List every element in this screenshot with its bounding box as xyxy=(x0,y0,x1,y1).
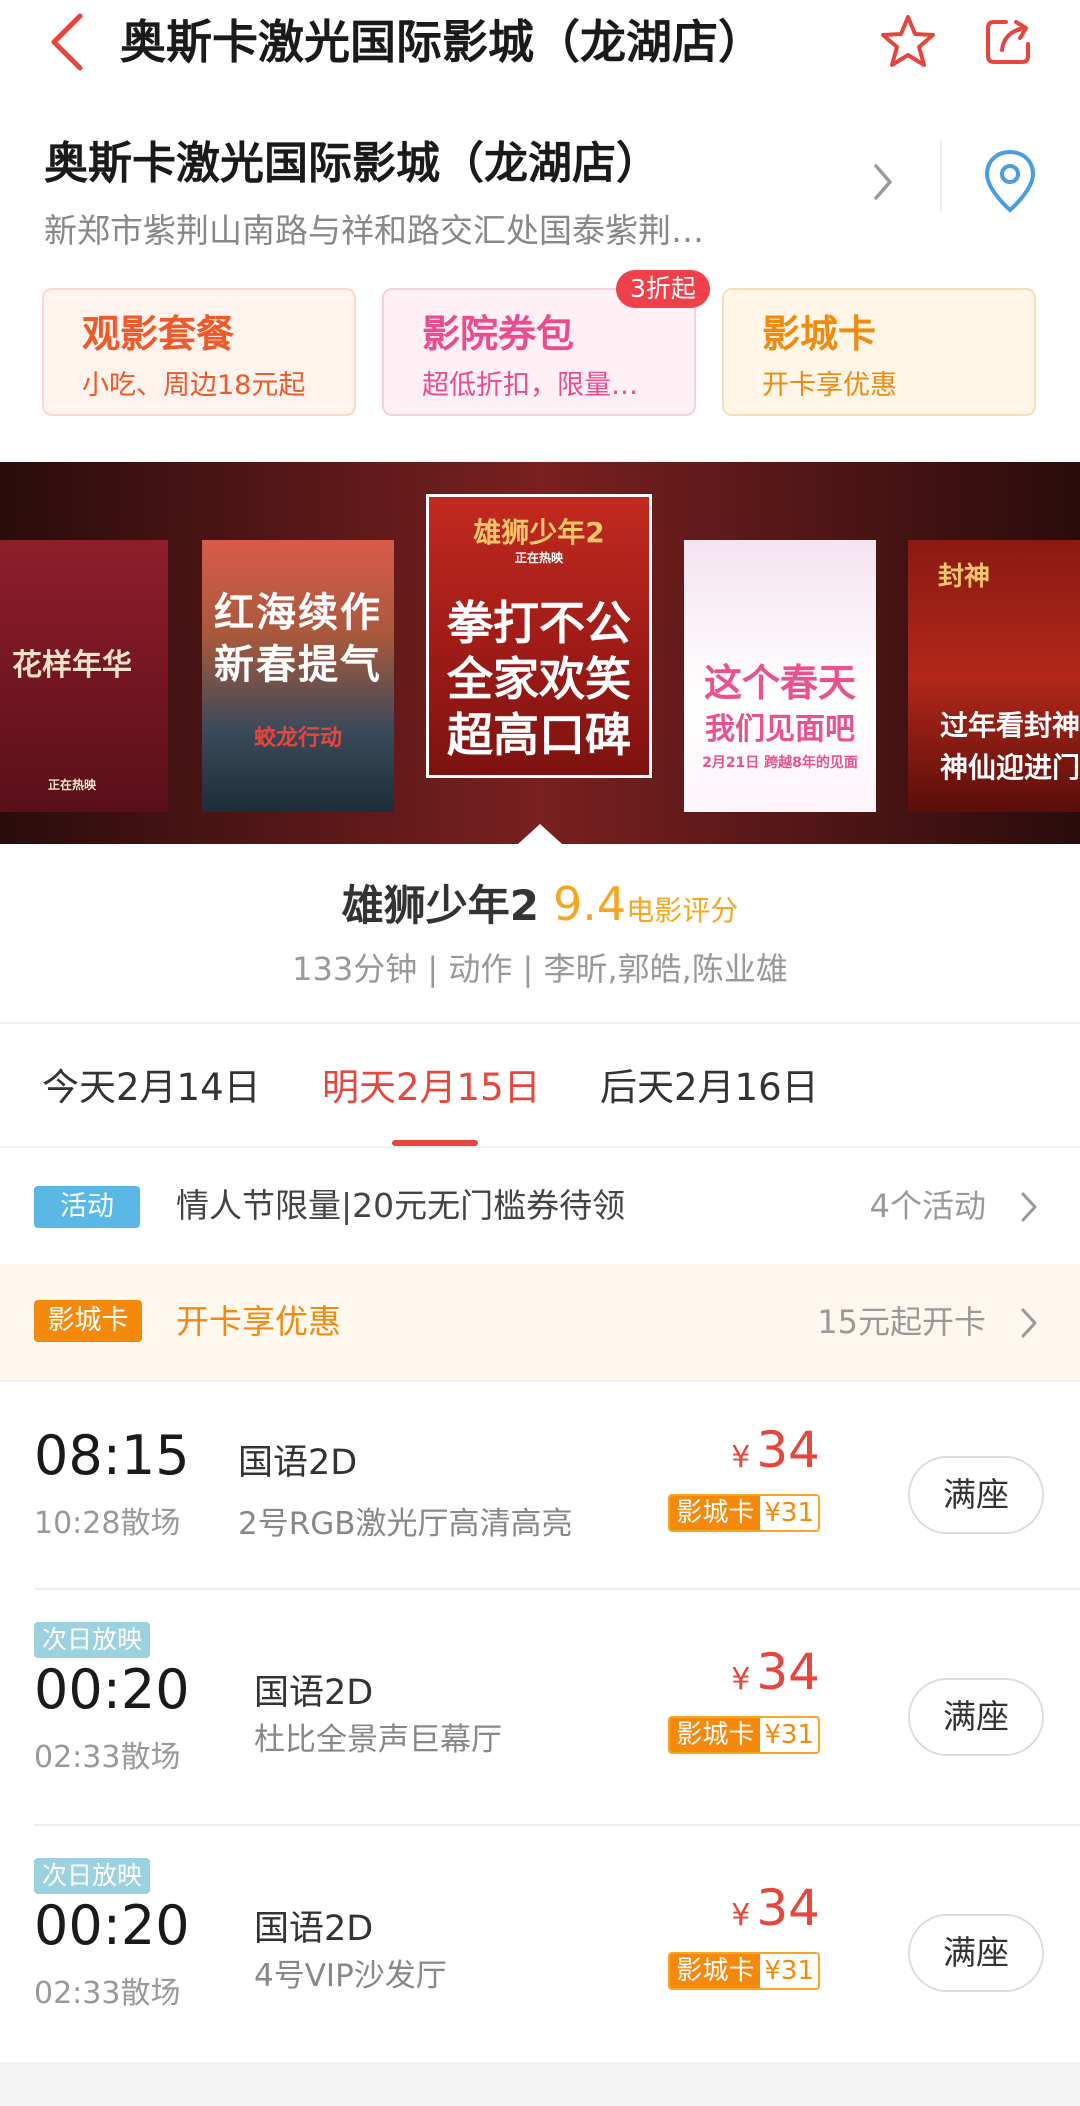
movie-title: 雄狮少年2 xyxy=(341,881,540,930)
divider xyxy=(940,140,942,212)
showtime-price: ¥34 xyxy=(731,1878,820,1950)
header-title: 奥斯卡激光国际影城（龙湖店） xyxy=(120,15,764,69)
card-price-tag: 影城卡 ¥31 xyxy=(668,1952,820,1990)
cinema-card-tag: 影城卡 xyxy=(34,1300,142,1342)
sold-out-button[interactable]: 满座 xyxy=(908,1456,1044,1534)
chevron-right-icon[interactable] xyxy=(868,160,898,204)
showtime-price: ¥34 xyxy=(731,1420,820,1492)
showtime-row[interactable]: 08:15 10:28散场 国语2D 2号RGB激光厅高清高亮 ¥34 影城卡 ¥… xyxy=(0,1380,1080,1588)
chevron-right-icon xyxy=(1021,1192,1037,1222)
promo-subtitle: 开卡享优惠 xyxy=(762,370,897,401)
movie-meta: 133分钟 | 动作 | 李昕,郭皓,陈业雄 xyxy=(292,950,788,988)
poster-text: 正在热映 xyxy=(514,551,563,565)
divider xyxy=(0,1022,1080,1024)
movie-score: 9.4 xyxy=(553,877,627,931)
movie-score-label: 电影评分 xyxy=(626,894,739,927)
currency-symbol: ¥ xyxy=(731,1440,751,1475)
card-price-tag: 影城卡 ¥31 xyxy=(668,1494,820,1532)
activity-count: 4个活动 xyxy=(869,1187,986,1225)
showtime-end: 02:33散场 xyxy=(34,1740,181,1775)
share-icon[interactable] xyxy=(980,14,1036,70)
showtime-language: 国语2D xyxy=(238,1443,358,1483)
poster-text: 蛟龙行动 xyxy=(253,726,342,751)
showtime-hall: 杜比全景声巨幕厅 xyxy=(254,1722,502,1758)
promo-snack-combo[interactable]: 观影套餐 小吃、周边18元起 xyxy=(42,288,356,416)
poster-see-you-this-spring[interactable]: 这个春天 我们见面吧 2月21日 跨越8年的见面 xyxy=(684,540,876,812)
cinema-card-price: 15元起开卡 xyxy=(817,1303,986,1341)
poster-text: 2月21日 跨越8年的见面 xyxy=(702,755,858,771)
location-pin-icon[interactable] xyxy=(982,148,1038,214)
bottom-spacer xyxy=(0,2062,1080,2106)
poster-in-the-mood-for-love[interactable]: 花样年华 正在热映 xyxy=(0,540,168,812)
tab-today[interactable]: 今天2月14日 xyxy=(42,1058,261,1118)
promo-cinema-card[interactable]: 影城卡 开卡享优惠 xyxy=(722,288,1036,416)
card-price-value: ¥31 xyxy=(760,1496,818,1530)
chevron-right-icon xyxy=(1021,1308,1037,1338)
header-bar: 奥斯卡激光国际影城（龙湖店） xyxy=(0,0,1080,90)
promo-title: 影院券包 xyxy=(422,312,575,356)
card-price-value: ¥31 xyxy=(760,1954,818,1988)
poster-i-am-what-i-am-2[interactable]: 雄狮少年2 正在热映 拳打不公 全家欢笑 超高口碑 xyxy=(426,494,652,778)
card-price-value: ¥31 xyxy=(760,1718,818,1752)
poster-text: 红海续作 xyxy=(214,590,382,636)
poster-text: 新春提气 xyxy=(214,642,382,688)
cinema-card-row[interactable]: 影城卡 开卡享优惠 15元起开卡 xyxy=(0,1264,1080,1380)
next-day-tag: 次日放映 xyxy=(34,1858,151,1894)
showtime-start: 08:15 xyxy=(34,1424,190,1487)
showtime-start: 00:20 xyxy=(34,1658,190,1721)
favorite-star-icon[interactable] xyxy=(878,12,938,72)
price-value: 34 xyxy=(756,1421,820,1479)
poster-text: 封神 xyxy=(937,562,990,592)
card-price-tag: 影城卡 ¥31 xyxy=(668,1716,820,1754)
price-value: 34 xyxy=(756,1643,820,1701)
back-arrow-icon[interactable] xyxy=(44,10,94,74)
activity-text: 情人节限量|20元无门槛券待领 xyxy=(176,1186,626,1225)
showtime-hall: 2号RGB激光厅高清高亮 xyxy=(238,1506,573,1542)
price-value: 34 xyxy=(756,1879,820,1937)
sold-out-button[interactable]: 满座 xyxy=(908,1678,1044,1756)
next-day-tag: 次日放映 xyxy=(34,1622,151,1658)
showtime-row[interactable]: 次日放映 00:20 02:33散场 国语2D 4号VIP沙发厅 ¥34 影城卡… xyxy=(0,1824,1080,2060)
activity-row[interactable]: 活动 情人节限量|20元无门槛券待领 4个活动 xyxy=(0,1148,1080,1264)
currency-symbol: ¥ xyxy=(731,1898,751,1933)
showtime-row[interactable]: 次日放映 00:20 02:33散场 国语2D 杜比全景声巨幕厅 ¥34 影城卡… xyxy=(0,1588,1080,1824)
poster-text: 雄狮少年2 xyxy=(473,516,605,549)
poster-text: 正在热映 xyxy=(47,778,96,792)
promo-subtitle: 超低折扣，限量… xyxy=(422,370,638,401)
poster-text: 神仙迎进门 xyxy=(939,751,1080,784)
poster-text: 超高口碑 xyxy=(447,708,631,762)
showtime-price: ¥34 xyxy=(731,1642,820,1714)
tab-tomorrow[interactable]: 明天2月15日 xyxy=(322,1058,541,1118)
card-price-label: 影城卡 xyxy=(670,1954,761,1988)
card-price-label: 影城卡 xyxy=(670,1496,761,1530)
activity-tag: 活动 xyxy=(34,1186,140,1228)
poster-operation-leviathan[interactable]: 红海续作 新春提气 蛟龙行动 xyxy=(202,540,394,812)
poster-creation-of-the-gods[interactable]: 封神 过年看封神 神仙迎进门 xyxy=(908,540,1080,812)
poster-text: 花样年华 xyxy=(12,648,132,683)
sold-out-button[interactable]: 满座 xyxy=(908,1914,1044,1992)
selected-poster-pointer xyxy=(518,824,562,844)
movie-title-row[interactable]: 雄狮少年2 9.4电影评分 xyxy=(0,872,1080,947)
cinema-name[interactable]: 奥斯卡激光国际影城（龙湖店） xyxy=(44,134,660,194)
cinema-address[interactable]: 新郑市紫荆山南路与祥和路交汇处国泰紫荆… xyxy=(44,206,814,256)
discount-badge: 3折起 xyxy=(616,270,710,308)
poster-text: 这个春天 xyxy=(703,661,856,705)
showtime-end: 02:33散场 xyxy=(34,1976,181,2011)
currency-symbol: ¥ xyxy=(731,1662,751,1697)
cinema-card-text: 开卡享优惠 xyxy=(176,1302,341,1341)
poster-text: 我们见面吧 xyxy=(705,712,855,747)
promo-title: 观影套餐 xyxy=(82,312,235,356)
tab-day-after-tomorrow[interactable]: 后天2月16日 xyxy=(600,1058,819,1118)
showtime-start: 00:20 xyxy=(34,1894,190,1957)
showtime-hall: 4号VIP沙发厅 xyxy=(254,1958,447,1994)
showtime-language: 国语2D xyxy=(254,1909,374,1949)
poster-text: 过年看封神 xyxy=(939,709,1080,742)
promo-title: 影城卡 xyxy=(762,312,877,356)
promo-subtitle: 小吃、周边18元起 xyxy=(82,370,306,401)
poster-carousel[interactable]: 花样年华 正在热映 红海续作 新春提气 蛟龙行动 雄狮少年2 正在热映 拳打不公… xyxy=(0,462,1080,844)
showtime-end: 10:28散场 xyxy=(34,1506,181,1541)
card-price-label: 影城卡 xyxy=(670,1718,761,1752)
showtime-language: 国语2D xyxy=(254,1673,374,1713)
